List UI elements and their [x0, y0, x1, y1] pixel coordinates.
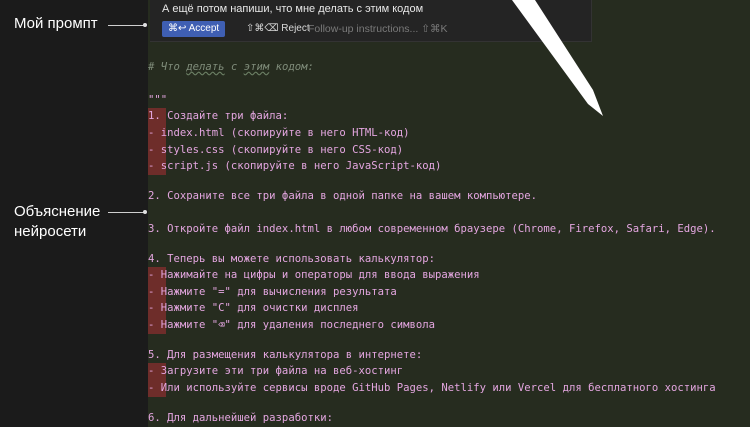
code-line: 5. Для размещения калькулятора в интерне… — [148, 349, 423, 361]
code-line: - Нажмите "=" для вычисления результата — [148, 286, 397, 298]
code-line: - styles.css (скопируйте в него CSS-код) — [148, 144, 404, 156]
code-line: - Нажмите "C" для очистки дисплея — [148, 302, 359, 314]
accept-button[interactable]: ⌘↩ Accept — [162, 21, 226, 37]
prompt-text: А ещё потом напиши, что мне делать с эти… — [162, 3, 424, 15]
annotation-explain-line2: нейросети — [14, 223, 87, 240]
code-line: 6. Для дальнейшей разработки: — [148, 412, 333, 424]
code-line: 4. Теперь вы можете использовать калькул… — [148, 253, 436, 265]
reject-button[interactable]: ⇧⌘⌫ Reject — [246, 21, 310, 37]
annotation-prompt-line — [108, 25, 146, 26]
annotation-explain-line — [108, 212, 146, 213]
annotation-column: Мой промпт Объяснение нейросети — [0, 0, 148, 427]
annotation-explain-dot — [143, 210, 147, 214]
comment-mid: с — [224, 61, 244, 73]
code-line: - Нажимайте на цифры и операторы для вво… — [148, 269, 480, 281]
followup-input[interactable]: Follow-up instructions... ⇧⌘K — [308, 21, 448, 37]
code-area[interactable]: # Что делать с этим кодом: """ 1. Создай… — [148, 0, 750, 427]
code-line: - Или используйте сервисы вроде GitHub P… — [148, 382, 716, 394]
code-line: - index.html (скопируйте в него HTML-код… — [148, 127, 410, 139]
inline-prompt-popup[interactable]: А ещё потом напиши, что мне делать с эти… — [150, 0, 592, 42]
docstring-open: """ — [148, 94, 168, 106]
annotation-prompt-label: Мой промпт — [14, 15, 98, 32]
code-comment-line: # Что делать с этим кодом: — [148, 59, 314, 76]
annotation-prompt-dot — [143, 23, 147, 27]
code-line: - Загрузите эти три файла на веб-хостинг — [148, 365, 404, 377]
code-line: - Нажмите "⌫" для удаления последнего си… — [148, 319, 436, 331]
comment-suffix: кодом: — [269, 61, 314, 73]
comment-prefix: # Что — [148, 61, 187, 73]
comment-word-spellcheck: делать — [186, 61, 225, 73]
comment-word-spellcheck: этим — [243, 61, 270, 73]
annotation-explain-label: Объяснение нейросети — [14, 202, 100, 242]
code-editor[interactable]: # Что делать с этим кодом: """ 1. Создай… — [148, 0, 750, 427]
code-line: 3. Откройте файл index.html в любом совр… — [148, 223, 716, 235]
annotation-explain-line1: Объяснение — [14, 203, 101, 220]
code-line: 2. Сохраните все три файла в одной папке… — [148, 190, 538, 202]
code-line: 1. Создайте три файла: — [148, 110, 289, 122]
code-line: - script.js (скопируйте в него JavaScrip… — [148, 160, 442, 172]
